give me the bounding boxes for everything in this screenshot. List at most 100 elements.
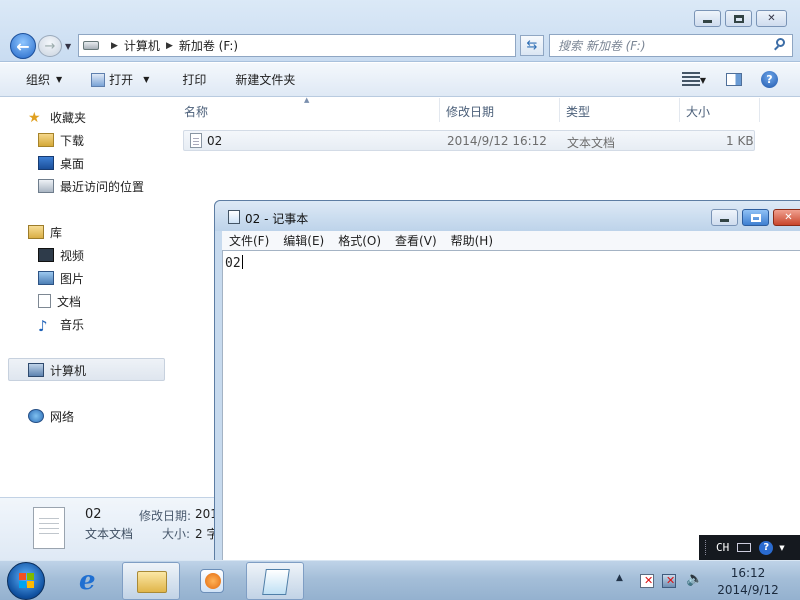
menu-format[interactable]: 格式(O) [331,232,388,249]
menu-help[interactable]: 帮助(H) [444,232,500,249]
network-status-icon[interactable]: ✕ [662,574,676,588]
preview-pane-button[interactable] [726,73,742,86]
taskbar-explorer-button[interactable] [122,562,180,600]
new-folder-button[interactable]: 新建文件夹 [217,63,306,96]
nav-item-recent[interactable]: 最近访问的位置 [38,175,144,197]
forward-button[interactable]: → [38,35,62,57]
volume-icon[interactable]: 🔈 [686,571,703,587]
search-input[interactable] [558,36,768,56]
close-icon: ✕ [767,13,776,24]
notepad-icon [228,210,240,224]
taskbar-media-player-button[interactable] [186,562,238,600]
desktop-icon [38,156,54,170]
folder-icon [137,571,167,593]
text-caret [241,255,243,269]
open-button[interactable]: 打开 ▼ [73,63,160,96]
search-icon[interactable] [774,38,786,51]
column-header-type[interactable]: 类型 [566,103,590,120]
input-language[interactable]: CH [716,541,729,554]
windows-logo-icon [19,573,35,589]
notepad-titlebar[interactable]: 02 - 记事本 ✕ [215,201,800,231]
file-modified: 2014/9/12 16:12 [447,134,547,148]
notepad-text-area[interactable]: 02 [222,250,800,563]
internet-explorer-icon: e [79,566,96,596]
column-header-modified[interactable]: 修改日期 [446,103,494,120]
nav-item-desktop[interactable]: 桌面 [38,152,84,174]
column-divider[interactable] [679,98,680,122]
nav-item-network[interactable]: 网络 [28,405,74,427]
nav-item-music[interactable]: ♪ 音乐 [38,313,84,335]
chevron-down-icon[interactable]: ▼ [779,544,784,552]
clock-time: 16:12 [730,566,766,580]
show-hidden-icons-button[interactable]: ▲ [616,573,623,583]
search-box[interactable] [549,34,793,57]
help-icon[interactable]: ? [759,540,774,555]
nav-label: 下载 [60,133,85,148]
nav-label: 网络 [50,409,75,424]
langbar-grip[interactable] [705,540,708,555]
organize-button[interactable]: 组织 ▼ [0,63,73,96]
computer-icon [28,363,44,377]
command-bar: 组织 ▼ 打开 ▼ 打印 新建文件夹 ▼ ? [0,63,800,97]
nav-item-libraries[interactable]: 库 [28,221,62,243]
column-divider[interactable] [439,98,440,122]
start-button[interactable] [7,562,45,600]
chevron-down-icon: ▼ [143,75,150,84]
nav-item-computer[interactable]: 计算机 [28,359,86,381]
notepad-close-button[interactable]: ✕ [773,209,800,226]
breadcrumb-computer[interactable]: 计算机 [124,37,160,54]
language-bar: CH ? ▼ [699,535,800,560]
close-button[interactable]: ✕ [756,10,787,27]
file-list-header: ▲ 名称 修改日期 类型 大小 [167,96,800,122]
nav-item-downloads[interactable]: 下载 [38,129,84,151]
menu-view[interactable]: 查看(V) [388,232,444,249]
nav-item-pictures[interactable]: 图片 [38,267,84,289]
print-button[interactable]: 打印 [160,63,217,96]
nav-item-documents[interactable]: 文档 [38,290,81,312]
refresh-button[interactable]: ⇆ [520,35,544,56]
view-options-dropdown[interactable]: ▼ [700,76,706,85]
taskbar-notepad-button[interactable] [246,562,304,600]
star-icon: ★ [28,110,41,126]
menu-file[interactable]: 文件(F) [222,232,276,249]
drive-icon [83,41,99,50]
maximize-icon [733,14,744,23]
column-divider[interactable] [759,98,760,122]
details-size-label: 大小: [162,527,191,541]
clock[interactable]: 16:12 2014/9/12 [713,565,783,599]
new-folder-label: 新建文件夹 [235,73,296,87]
change-view-button[interactable] [682,72,700,86]
notepad-maximize-button[interactable] [742,209,769,226]
file-row[interactable]: 02 2014/9/12 16:12 文本文档 1 KB [183,130,755,151]
back-button[interactable]: ← [10,33,36,59]
arrow-right-icon: → [44,38,56,54]
recent-pages-dropdown[interactable]: ▼ [65,42,71,51]
nav-label: 最近访问的位置 [60,179,145,194]
column-divider[interactable] [559,98,560,122]
address-bar[interactable]: ▶ 计算机 ▶ 新加卷 (F:) ▼ [78,34,587,57]
nav-label: 图片 [60,271,85,286]
nav-label: 文档 [57,294,82,309]
column-header-size[interactable]: 大小 [686,103,710,120]
notepad-menubar: 文件(F) 编辑(E) 格式(O) 查看(V) 帮助(H) [222,231,800,250]
videos-icon [38,248,54,262]
recent-places-icon [38,179,54,193]
notepad-window: 02 - 记事本 ✕ 文件(F) 编辑(E) 格式(O) 查看(V) 帮助(H)… [214,200,800,570]
minimize-icon [703,20,712,23]
breadcrumb-drive-f[interactable]: 新加卷 (F:) [179,37,238,54]
notepad-minimize-button[interactable] [711,209,738,226]
nav-item-videos[interactable]: 视频 [38,244,84,266]
menu-edit[interactable]: 编辑(E) [276,232,331,249]
action-center-icon[interactable]: ✕ [640,574,654,588]
maximize-button[interactable] [725,10,752,27]
taskbar-ie-button[interactable]: e [66,562,116,600]
column-header-name[interactable]: 名称 [184,103,208,120]
minimize-button[interactable] [694,10,721,27]
notification-area: ▲ ✕ ✕ 🔈 16:12 2014/9/12 [612,561,800,600]
help-button[interactable]: ? [761,71,778,88]
organize-label: 组织 [26,73,51,87]
details-modified-label: 修改日期: [139,509,192,523]
nav-item-favorites[interactable]: ★ 收藏夹 [28,106,86,128]
keyboard-icon[interactable] [737,543,752,552]
downloads-folder-icon [38,133,54,147]
